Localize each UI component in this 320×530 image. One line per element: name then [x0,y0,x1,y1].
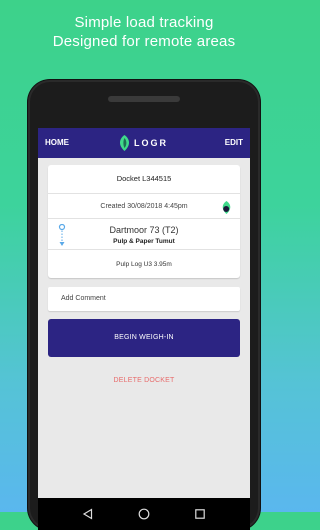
created-row: Created 30/08/2018 4:45pm [48,193,240,219]
leaf-logo-icon [119,135,130,151]
app-screen: HOME LOGR EDIT Docket L344515 Created 30… [38,128,250,530]
logo-text: LOGR [134,138,168,148]
home-button[interactable]: HOME [45,138,69,147]
recent-square-icon[interactable] [194,507,206,525]
back-triangle-icon[interactable] [82,507,94,525]
begin-weigh-in-button[interactable]: BEGIN WEIGH-IN [48,319,240,357]
promo-line-2: Designed for remote areas [52,33,236,50]
phone-frame: HOME LOGR EDIT Docket L344515 Created 30… [28,80,260,530]
system-nav-bar [38,498,250,530]
docket-card: Docket L344515 Created 30/08/2018 4:45pm [48,165,240,278]
route-row: Dartmoor 73 (T2) Pulp & Paper Tumut [48,218,240,250]
comment-placeholder: Add Comment [61,295,106,302]
promo-line-1: Simple load tracking [74,14,214,31]
product-text: Pulp Log U3 3.95m [116,261,172,268]
promo-header: Simple load tracking Designed for remote… [0,13,288,51]
destination-name: Pulp & Paper Tumut [113,238,175,245]
product-row: Pulp Log U3 3.95m [48,249,240,279]
docket-title: Docket L344515 [116,174,172,183]
delete-docket-button[interactable]: DELETE DOCKET [48,377,240,384]
edit-button[interactable]: EDIT [225,138,243,147]
created-text: Created 30/08/2018 4:45pm [100,203,188,210]
phone-speaker [108,96,180,102]
origin-name: Dartmoor 73 (T2) [109,225,179,235]
app-logo: LOGR [118,134,168,152]
app-bar: HOME LOGR EDIT [38,128,250,158]
home-circle-icon[interactable] [138,507,150,525]
comment-field[interactable]: Add Comment [48,287,240,311]
